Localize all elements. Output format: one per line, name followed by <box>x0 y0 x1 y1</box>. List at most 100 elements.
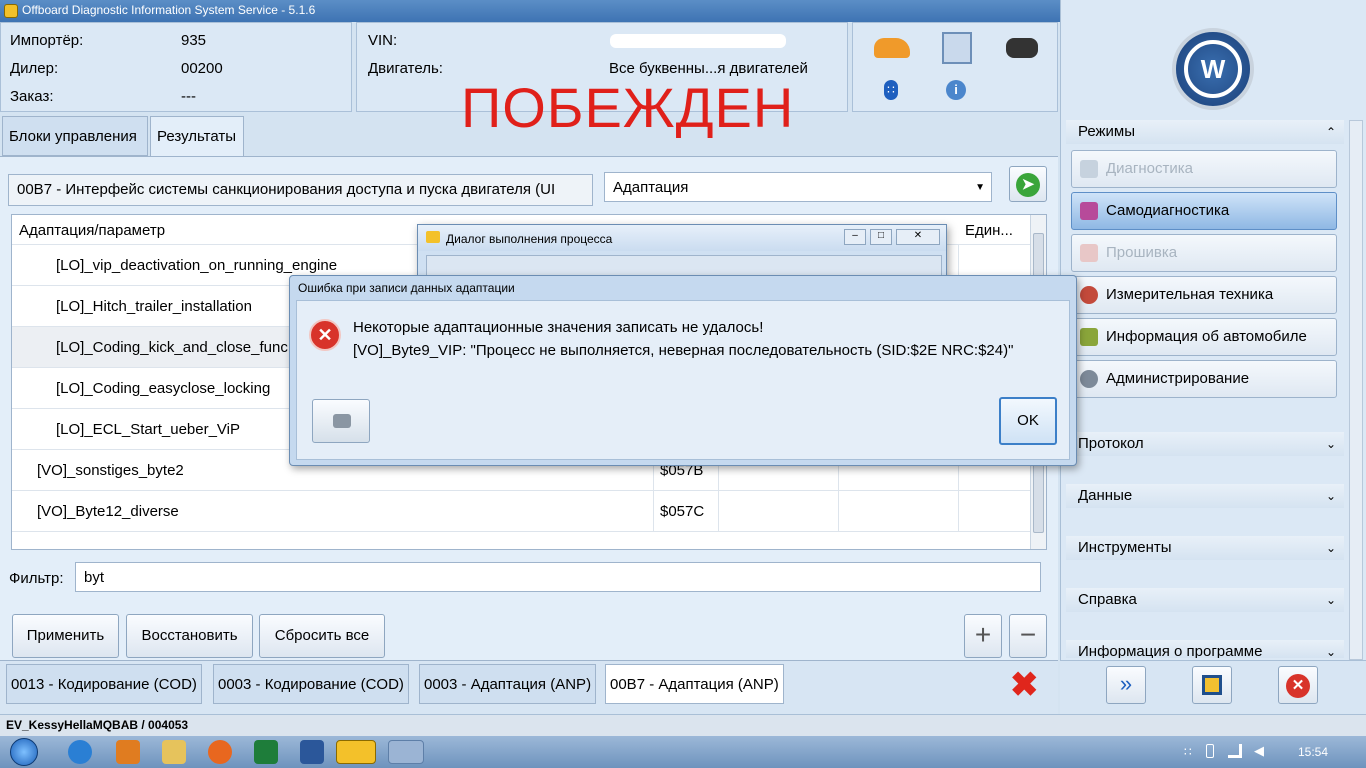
chevron-down-icon: ⌄ <box>1325 645 1336 658</box>
vin-label: VIN: <box>368 32 398 49</box>
car-icon <box>874 38 910 58</box>
error-message-line2: [VO]_Byte9_VIP: "Процесс не выполняется,… <box>353 342 1014 359</box>
maximize-button[interactable]: □ <box>870 229 892 245</box>
importer-label: Импортёр: <box>10 32 84 49</box>
mode-administration[interactable]: Администрирование <box>1071 360 1337 398</box>
chevron-up-icon: ⌃ <box>1325 125 1336 139</box>
right-scrollbar[interactable] <box>1349 120 1363 660</box>
chevron-down-icon: ⌄ <box>1325 437 1336 451</box>
progress-dialog-title: Диалог выполнения процесса <box>446 232 613 246</box>
function-select[interactable]: Адаптация ▼ <box>604 172 992 202</box>
section-help[interactable]: Справка ⌄ <box>1066 588 1344 612</box>
arrow-right-icon: ➤ <box>1016 173 1040 197</box>
error-message-line1: Некоторые адаптационные значения записат… <box>353 319 764 336</box>
frame-icon <box>1202 675 1222 695</box>
go-button[interactable]: ➤ <box>1009 166 1047 202</box>
firefox-icon[interactable] <box>208 740 232 764</box>
bottom-tab-0003-cod[interactable]: 0003 - Кодирование (COD) <box>213 664 409 704</box>
window-title: Offboard Diagnostic Information System S… <box>22 3 316 17</box>
column-header-unit[interactable]: Един... <box>965 222 1013 239</box>
signal-icon[interactable] <box>1228 744 1242 758</box>
error-icon: ✕ <box>309 319 341 351</box>
bottom-tab-0003-anp[interactable]: 0003 - Адаптация (ANP) <box>419 664 597 704</box>
order-value: --- <box>181 88 196 105</box>
screenshot-button[interactable] <box>1192 666 1232 704</box>
clock[interactable]: 15:54 <box>1298 745 1328 759</box>
restore-button[interactable]: Восстановить <box>126 614 253 658</box>
filter-label: Фильтр: <box>9 570 64 587</box>
vin-redacted <box>610 34 786 48</box>
books-icon <box>1080 328 1098 346</box>
close-tabs-icon[interactable]: ✖ <box>1010 668 1039 702</box>
order-label: Заказ: <box>10 88 54 105</box>
modes-header[interactable]: Режимы ⌃ <box>1066 120 1344 144</box>
screenshot-button[interactable] <box>312 399 370 443</box>
self-diagnostics-icon <box>1080 202 1098 220</box>
engine-label: Двигатель: <box>368 60 443 77</box>
gauge-icon <box>1080 286 1098 304</box>
taskbar: ∷ ◀ 15:54 <box>0 736 1366 768</box>
bottom-tab-0013-cod[interactable]: 0013 - Кодирование (COD) <box>6 664 202 704</box>
section-about[interactable]: Информация о программе ⌄ <box>1066 640 1344 658</box>
network-icon <box>942 32 972 64</box>
column-header-param[interactable]: Адаптация/параметр <box>19 222 165 239</box>
filter-input[interactable]: byt <box>75 562 1041 592</box>
settings-taskbar-icon[interactable] <box>388 740 424 764</box>
error-dialog-body: ✕ Некоторые адаптационные значения запис… <box>296 300 1070 460</box>
dealer-value: 00200 <box>181 60 223 77</box>
exit-button[interactable]: ✕ <box>1278 666 1318 704</box>
mode-flashing[interactable]: Прошивка <box>1071 234 1337 272</box>
media-player-icon[interactable] <box>116 740 140 764</box>
double-chevron-icon: » <box>1119 671 1133 696</box>
mode-measurement[interactable]: Измерительная техника <box>1071 276 1337 314</box>
flashing-icon <box>1080 244 1098 262</box>
camera-icon <box>333 414 351 428</box>
importer-value: 935 <box>181 32 207 49</box>
bluetooth-tray-icon[interactable]: ∷ <box>1184 745 1192 759</box>
ok-button[interactable]: OK <box>999 397 1057 445</box>
apply-button[interactable]: Применить <box>12 614 119 658</box>
chevron-down-icon: ⌄ <box>1325 541 1336 555</box>
bluetooth-icon: ∷ <box>884 80 898 100</box>
section-tools[interactable]: Инструменты ⌄ <box>1066 536 1344 560</box>
add-button[interactable]: + <box>964 614 1002 658</box>
tab-results[interactable]: Результаты <box>150 116 244 156</box>
status-bar <box>0 714 1366 736</box>
bottom-tab-00b7-anp[interactable]: 00B7 - Адаптация (ANP) <box>605 664 784 704</box>
table-row[interactable]: [VO]_Byte12_diverse $057C <box>12 491 1030 532</box>
mode-self-diagnostics[interactable]: Самодиагностика <box>1071 192 1337 230</box>
explorer-icon[interactable] <box>162 740 186 764</box>
progress-dialog-titlebar: Диалог выполнения процесса – □ ✕ <box>418 225 946 251</box>
close-circle-icon: ✕ <box>1286 674 1310 698</box>
battery-icon[interactable] <box>1206 744 1214 758</box>
info-icon: i <box>946 80 966 100</box>
excel-icon[interactable] <box>254 740 278 764</box>
reset-all-button[interactable]: Сбросить все <box>259 614 385 658</box>
dropdown-arrow-icon: ▼ <box>975 182 985 193</box>
tab-control-units[interactable]: Блоки управления <box>2 116 148 156</box>
remove-button[interactable]: − <box>1009 614 1047 658</box>
status-text: EV_KessyHellaMQBAB / 004053 <box>6 718 189 732</box>
minus-icon: − <box>1019 619 1037 650</box>
word-icon[interactable] <box>300 740 324 764</box>
forward-button[interactable]: » <box>1106 666 1146 704</box>
key-icon <box>1006 38 1038 58</box>
error-dialog-title: Ошибка при записи данных адаптации <box>298 281 515 295</box>
function-select-value: Адаптация <box>613 179 689 196</box>
chevron-down-icon: ⌄ <box>1325 593 1336 607</box>
app-icon <box>4 4 18 18</box>
ie-icon[interactable] <box>68 740 92 764</box>
dealer-label: Дилер: <box>10 60 59 77</box>
plus-icon: + <box>974 619 992 650</box>
vw-logo: W <box>1172 28 1254 110</box>
minimize-button[interactable]: – <box>844 229 866 245</box>
volume-icon[interactable]: ◀ <box>1254 743 1264 759</box>
section-protocol[interactable]: Протокол ⌄ <box>1066 432 1344 456</box>
odis-taskbar-icon[interactable] <box>336 740 376 764</box>
start-button[interactable] <box>10 738 38 766</box>
mode-diagnostics[interactable]: Диагностика <box>1071 150 1337 188</box>
control-unit-field: 00B7 - Интерфейс системы санкционировани… <box>8 174 593 206</box>
close-button[interactable]: ✕ <box>896 229 940 245</box>
section-data[interactable]: Данные ⌄ <box>1066 484 1344 508</box>
mode-vehicle-info[interactable]: Информация об автомобиле <box>1071 318 1337 356</box>
